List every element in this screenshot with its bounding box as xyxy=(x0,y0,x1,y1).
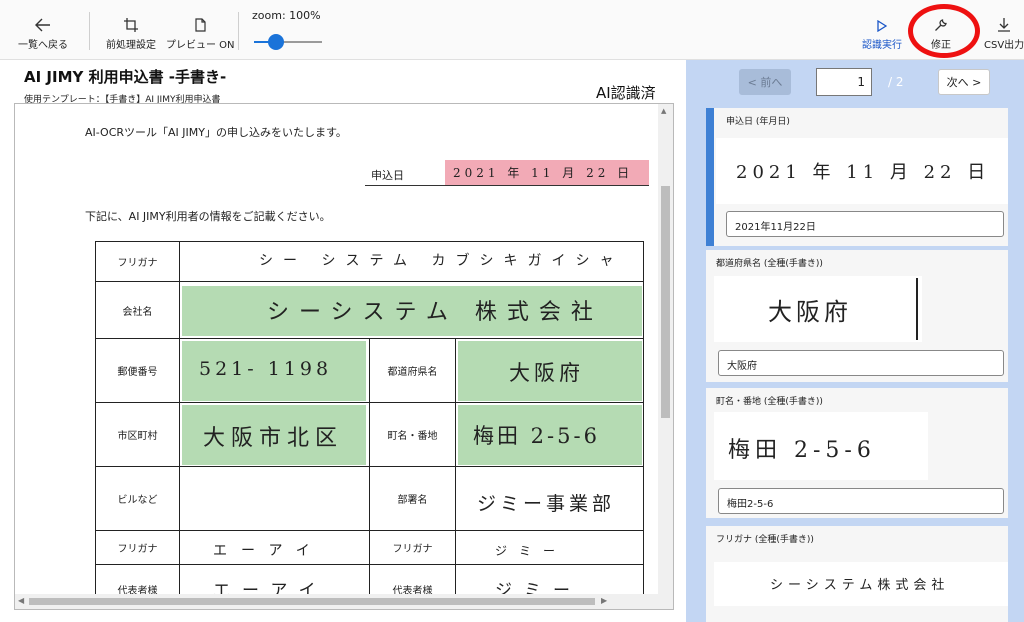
preview-toggle-label: プレビュー ON xyxy=(166,40,235,51)
document-viewer[interactable]: AI-OCRツール「AI JIMY」の申し込みをいたします。 申込日 2021 … xyxy=(14,103,674,610)
field-value-input[interactable]: 2021年11月22日 xyxy=(726,211,1004,237)
zoom-readout: zoom: 100% xyxy=(252,9,321,22)
next-page-button[interactable]: 次へ > xyxy=(938,69,990,95)
back-to-list-button[interactable]: 一覧へ戻る xyxy=(18,10,68,51)
field-label: 町名・番地 (全種(手書き)) xyxy=(716,397,823,407)
dept-handwriting: ジミー事業部 xyxy=(477,493,616,515)
field-label: 申込日 (年月日) xyxy=(726,117,790,127)
scroll-right-icon[interactable]: ▶ xyxy=(601,596,607,605)
play-icon xyxy=(877,10,887,32)
furigana2-handwriting: エーアイ xyxy=(213,543,324,559)
zoom-value: 100% xyxy=(289,9,321,22)
prefecture-handwriting: 大阪府 xyxy=(509,361,584,385)
building-label: ビルなど xyxy=(95,466,180,531)
prev-page-button[interactable]: < 前へ xyxy=(739,69,791,95)
crop-icon xyxy=(124,10,138,32)
field-image: 梅田 2-5-6 xyxy=(714,412,928,480)
postal-label: 郵便番号 xyxy=(95,338,180,403)
page-total: / 2 xyxy=(888,75,904,89)
field-card-date[interactable]: 申込日 (年月日) 2021 年 11 月 22 日 2021年11月22日 xyxy=(706,108,1008,246)
field-card-furigana[interactable]: フリガナ (全種(手書き)) シーシステム株式会社 xyxy=(706,526,1008,622)
download-icon xyxy=(998,10,1011,32)
field-image-text: シーシステム株式会社 xyxy=(770,578,950,593)
field-label: フリガナ (全種(手書き)) xyxy=(716,535,814,545)
furigana2-label: フリガナ xyxy=(95,530,180,565)
intro-text: AI-OCRツール「AI JIMY」の申し込みをいたします。 xyxy=(85,126,347,139)
recognition-panel: < 前へ 1 / 2 次へ > 申込日 (年月日) 2021 年 11 月 22… xyxy=(686,60,1024,622)
csv-export-button[interactable]: CSV出力 xyxy=(984,10,1024,51)
street-label: 町名・番地 xyxy=(369,402,456,467)
city-label: 市区町村 xyxy=(95,402,180,467)
toolbar: 一覧へ戻る 前処理設定 プレビュー ON zoom: 100% 認識実行 修正 … xyxy=(0,0,1024,60)
scroll-left-icon[interactable]: ◀ xyxy=(18,596,24,605)
furigana-handwriting: シー システム カブシキガイシャ xyxy=(259,253,624,269)
arrow-left-icon xyxy=(35,10,51,32)
zoom-slider-handle[interactable] xyxy=(268,34,284,50)
app-window: 一覧へ戻る 前処理設定 プレビュー ON zoom: 100% 認識実行 修正 … xyxy=(0,0,1024,622)
furigana3-handwriting: ジミー xyxy=(495,544,568,558)
field-image-border xyxy=(916,278,918,340)
scanned-page: AI-OCRツール「AI JIMY」の申し込みをいたします。 申込日 2021 … xyxy=(15,104,658,609)
csv-export-label: CSV出力 xyxy=(984,40,1024,51)
field-card-prefecture[interactable]: 都道府県名 (全種(手書き)) 大阪府 大阪府 xyxy=(706,250,1008,382)
back-to-list-label: 一覧へ戻る xyxy=(18,40,68,51)
zoom-label: zoom: xyxy=(252,9,286,22)
toolbar-divider xyxy=(89,12,90,50)
company-label: 会社名 xyxy=(95,281,180,339)
vertical-scrollbar[interactable]: ▲ xyxy=(658,104,673,596)
company-handwriting: シーシステム 株式会社 xyxy=(267,300,603,325)
postal-handwriting: 521- 1198 xyxy=(199,358,333,380)
field-image: 大阪府 xyxy=(714,276,922,342)
dept-label: 部署名 xyxy=(369,466,456,531)
field-image-text: 大阪府 xyxy=(768,298,852,326)
date-underline xyxy=(365,185,649,186)
prefecture-label: 都道府県名 xyxy=(369,338,456,403)
toolbar-divider xyxy=(238,12,239,50)
building-cell xyxy=(179,466,370,531)
run-recognition-label: 認識実行 xyxy=(862,40,902,51)
preprocess-settings-label: 前処理設定 xyxy=(106,40,156,51)
field-image-text: 2021 年 11 月 22 日 xyxy=(736,162,991,183)
city-handwriting: 大阪市北区 xyxy=(203,426,344,451)
scroll-up-icon[interactable]: ▲ xyxy=(661,107,666,115)
document-title: AI JIMY 利用申込書 -手書き- xyxy=(24,68,227,86)
field-image: シーシステム株式会社 xyxy=(714,562,1008,606)
document-icon xyxy=(195,10,206,32)
date-handwriting: 2021 年 11 月 22 日 xyxy=(453,166,634,180)
field-value-input[interactable]: 大阪府 xyxy=(718,350,1004,376)
horizontal-scrollbar[interactable]: ◀ ▶ xyxy=(15,594,673,609)
recognition-status: AI認識済 xyxy=(596,84,656,102)
horizontal-scroll-thumb[interactable] xyxy=(29,598,595,605)
vertical-scroll-thumb[interactable] xyxy=(661,186,670,418)
annotation-circle xyxy=(908,4,980,58)
instruction-text: 下記に、AI JIMY利用者の情報をご記載ください。 xyxy=(85,210,331,223)
preview-toggle-button[interactable]: プレビュー ON xyxy=(166,10,235,51)
street-handwriting: 梅田 2-5-6 xyxy=(473,424,600,448)
furigana-label: フリガナ xyxy=(95,241,180,282)
field-value-input[interactable]: 梅田2-5-6 xyxy=(718,488,1004,514)
field-card-street[interactable]: 町名・番地 (全種(手書き)) 梅田 2-5-6 梅田2-5-6 xyxy=(706,388,1008,518)
field-image: 2021 年 11 月 22 日 xyxy=(716,138,1008,204)
date-label: 申込日 xyxy=(371,169,404,182)
preprocess-settings-button[interactable]: 前処理設定 xyxy=(106,10,156,51)
furigana3-label: フリガナ xyxy=(369,530,456,565)
field-label: 都道府県名 (全種(手書き)) xyxy=(716,259,823,269)
run-recognition-button[interactable]: 認識実行 xyxy=(862,10,902,51)
zoom-slider[interactable] xyxy=(254,34,322,50)
page-number-input[interactable]: 1 xyxy=(816,68,872,96)
field-image-text: 梅田 2-5-6 xyxy=(728,438,876,463)
